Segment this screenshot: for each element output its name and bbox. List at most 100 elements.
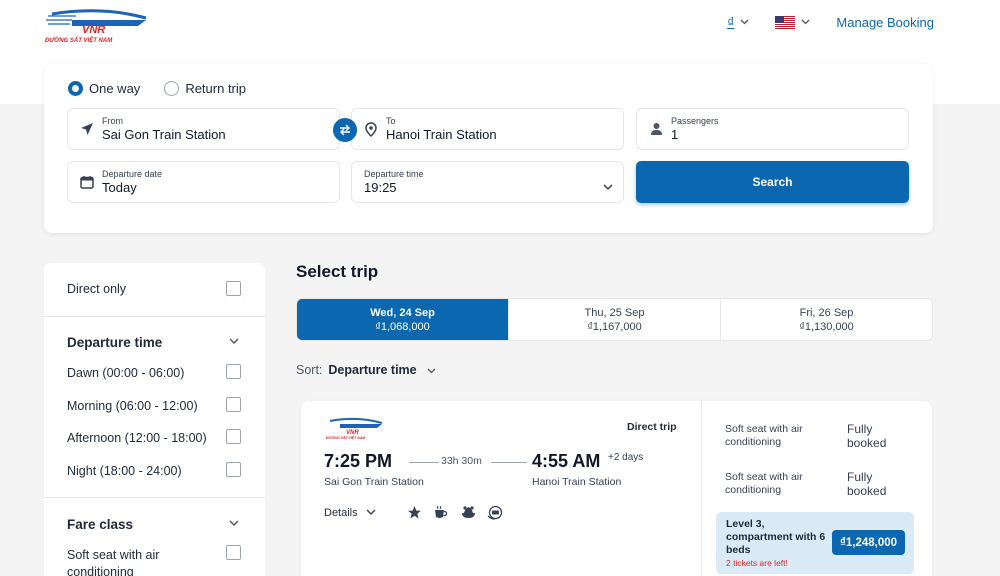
amenities <box>405 503 504 521</box>
divider <box>44 497 265 498</box>
departure-time-filter-title: Departure time <box>67 335 163 350</box>
navigation-arrow-icon <box>78 122 96 136</box>
select-trip-title: Select trip <box>296 262 379 281</box>
class-name: Level 3, compartment with 6 beds <box>726 518 826 556</box>
departure-date-field[interactable]: Departure date Today <box>67 161 340 203</box>
departure-time: 7:25 PM <box>324 451 393 471</box>
from-value: Sai Gon Train Station <box>102 127 226 142</box>
chevron-down-icon <box>740 17 749 27</box>
departure-time-select[interactable]: Departure time 19:25 <box>351 161 624 203</box>
person-icon <box>647 122 665 136</box>
svg-text:ĐƯỜNG SẮT VIỆT NAM: ĐƯỜNG SẮT VIỆT NAM <box>326 435 365 440</box>
chevron-down-icon <box>427 363 436 377</box>
sort-label: Sort: <box>296 363 323 377</box>
trip-type-label: Direct trip <box>627 421 677 433</box>
date-tab-price: ₫1,167,000 <box>587 320 642 333</box>
to-value: Hanoi Train Station <box>386 127 497 142</box>
date-tab-price: ₫1,130,000 <box>799 320 854 333</box>
night-checkbox[interactable] <box>226 462 241 477</box>
radio-selected <box>68 81 83 96</box>
filter-option-afternoon: Afternoon (12:00 - 18:00) <box>67 431 207 445</box>
departure-date-value: Today <box>102 180 137 195</box>
date-tab-thu-25-sep[interactable]: Thu, 25 Sep ₫1,167,000 <box>509 299 721 340</box>
swap-stations-button[interactable] <box>333 118 357 142</box>
filter-option-morning: Morning (06:00 - 12:00) <box>67 399 198 413</box>
svg-text:ĐƯỜNG SẮT VIỆT NAM: ĐƯỜNG SẮT VIỆT NAM <box>45 36 113 44</box>
departure-date-label: Departure date <box>102 169 163 179</box>
select-price-button[interactable]: ₫1,248,000 <box>832 530 905 555</box>
svg-text:VNR: VNR <box>82 24 105 36</box>
direct-only-checkbox[interactable] <box>226 281 241 296</box>
passengers-value: 1 <box>671 127 679 142</box>
tickets-left-warning: 2 tickets are left! <box>726 558 788 568</box>
sort-value: Departure time <box>328 363 417 377</box>
language-selector[interactable] <box>775 15 810 29</box>
location-pin-icon <box>362 121 380 137</box>
arrival-station: Hanoi Train Station <box>532 476 622 488</box>
sort-control[interactable]: Sort: Departure time <box>296 363 436 377</box>
departure-station: Sai Gon Train Station <box>324 476 424 488</box>
chevron-down-icon <box>366 507 376 519</box>
meal-icon <box>459 503 477 521</box>
filters-panel: Direct only Departure time Dawn (00:00 -… <box>44 263 265 576</box>
direct-only-label: Direct only <box>67 282 127 296</box>
to-field[interactable]: To Hanoi Train Station <box>351 108 624 150</box>
date-tabs: Wed, 24 Sep ₫1,068,000 Thu, 25 Sep ₫1,16… <box>296 298 933 341</box>
class-status: Fully booked <box>847 470 887 498</box>
to-label: To <box>386 116 396 126</box>
details-toggle[interactable]: Details <box>324 507 376 519</box>
radio-unselected <box>164 81 180 96</box>
divider <box>44 316 265 317</box>
class-name: Soft seat with air conditioning <box>725 471 803 496</box>
duration-line <box>491 462 527 463</box>
swap-icon <box>340 124 350 136</box>
card-divider <box>701 401 702 576</box>
ticket-icon <box>486 503 504 521</box>
passengers-field[interactable]: Passengers 1 <box>636 108 909 150</box>
date-tab-price: ₫1,068,000 <box>375 320 430 333</box>
chevron-down-icon <box>801 17 810 27</box>
arrival-day-offset: +2 days <box>608 452 644 463</box>
trip-duration: 33h 30m <box>441 455 482 467</box>
return-trip-radio[interactable]: Return trip <box>164 81 246 96</box>
chevron-down-icon[interactable] <box>229 336 239 348</box>
class-name: Soft seat with air conditioning <box>725 423 803 448</box>
one-way-radio[interactable]: One way <box>68 81 140 96</box>
chevron-down-icon[interactable] <box>229 518 239 530</box>
date-tab-day: Fri, 26 Sep <box>799 306 854 319</box>
date-tab-fri-26-sep[interactable]: Fri, 26 Sep ₫1,130,000 <box>721 299 932 340</box>
from-field[interactable]: From Sai Gon Train Station <box>67 108 340 150</box>
calendar-icon <box>78 175 96 189</box>
return-trip-label: Return trip <box>185 81 247 96</box>
date-tab-day: Thu, 25 Sep <box>584 306 645 319</box>
arrival-time: 4:55 AM <box>532 451 601 471</box>
departure-time-value: 19:25 <box>364 180 397 195</box>
trip-card: VNR ĐƯỜNG SẮT VIỆT NAM Direct trip 7:25 … <box>301 401 932 576</box>
fare-class-filter-title: Fare class <box>67 517 134 532</box>
manage-booking-link[interactable]: Manage Booking <box>836 15 934 30</box>
duration-line <box>409 462 439 463</box>
star-icon <box>405 503 423 521</box>
search-card: One way Return trip From Sai Gon Train S… <box>44 64 933 233</box>
available-class-option[interactable]: Level 3, compartment with 6 beds 2 ticke… <box>716 512 914 574</box>
currency-selector[interactable]: ₫ <box>727 14 749 30</box>
afternoon-checkbox[interactable] <box>226 429 241 444</box>
vnr-logo[interactable]: VNR ĐƯỜNG SẮT VIỆT NAM <box>42 4 154 46</box>
from-label: From <box>102 116 123 126</box>
us-flag-icon <box>775 15 796 29</box>
departure-time-label: Departure time <box>364 169 424 179</box>
search-button[interactable]: Search <box>636 161 909 203</box>
filter-option-night: Night (18:00 - 24:00) <box>67 464 182 478</box>
passengers-label: Passengers <box>671 116 719 126</box>
date-tab-wed-24-sep[interactable]: Wed, 24 Sep ₫1,068,000 <box>297 299 509 340</box>
one-way-label: One way <box>89 81 141 96</box>
dawn-checkbox[interactable] <box>226 364 241 379</box>
filter-option-dawn: Dawn (00:00 - 06:00) <box>67 366 185 380</box>
date-tab-day: Wed, 24 Sep <box>370 306 435 319</box>
class-status: Fully booked <box>847 422 887 450</box>
soft-seat-checkbox[interactable] <box>226 545 241 560</box>
coffee-icon <box>432 503 450 521</box>
morning-checkbox[interactable] <box>226 397 241 412</box>
vnr-logo: VNR ĐƯỜNG SẮT VIỆT NAM <box>326 417 383 440</box>
chevron-down-icon <box>603 178 613 196</box>
